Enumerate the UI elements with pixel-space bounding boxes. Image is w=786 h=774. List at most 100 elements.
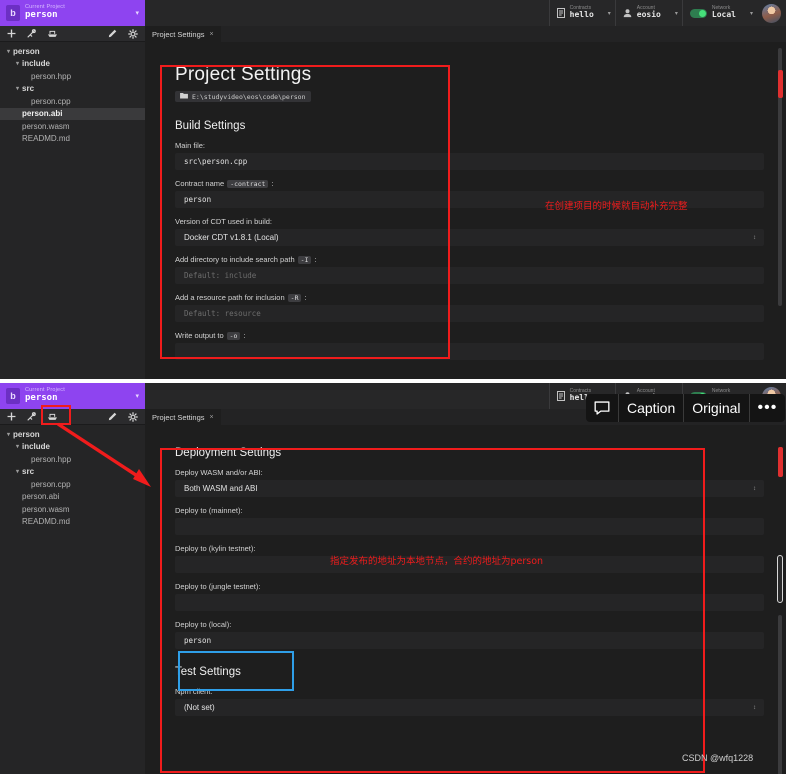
sidebar-bottom: b Current Project person ▾ ▾ person ▾ in… <box>0 383 145 774</box>
current-project-header[interactable]: b Current Project person ▾ <box>0 0 145 26</box>
network-selector[interactable]: Network Local ▾ <box>681 0 757 26</box>
wrench-icon[interactable] <box>27 412 36 421</box>
tab-project-settings[interactable]: Project Settings × <box>145 409 221 425</box>
gear-icon[interactable] <box>128 28 138 39</box>
field-input-write-output-to[interactable] <box>175 343 764 360</box>
chevron-down-icon[interactable]: ↕ <box>753 705 756 711</box>
tree-item-label: READMD.md <box>22 517 71 527</box>
field-value: person <box>184 636 212 645</box>
current-project-header[interactable]: b Current Project person ▾ <box>0 383 145 409</box>
chevron-down-icon[interactable]: ▾ <box>13 85 22 92</box>
tab-project-settings[interactable]: Project Settings × <box>145 26 221 42</box>
tree-item-person[interactable]: ▾ person <box>0 428 145 441</box>
field-label-text: Add directory to include search path <box>175 255 295 264</box>
tree-item-label: person <box>13 46 40 56</box>
section-build-settings: Build Settings <box>175 120 246 132</box>
test-settings-fields: Npm client: (Not set) ↕ <box>175 687 764 716</box>
caption-button[interactable]: Caption <box>619 394 685 422</box>
chevron-down-icon[interactable]: ▾ <box>675 10 678 17</box>
tree-item-person[interactable]: ▾ person <box>0 45 145 58</box>
add-icon[interactable] <box>7 29 16 38</box>
status-toolbar-top: Contracts hello ▾ Account eosio ▾ Networ… <box>145 0 786 26</box>
account-value: eosio <box>636 10 661 20</box>
project-icon: b <box>6 388 20 404</box>
contracts-selector[interactable]: Contracts hello ▾ <box>548 0 615 26</box>
field-input-deploy-to-local[interactable]: person <box>175 632 764 649</box>
pencil-icon[interactable] <box>108 412 117 421</box>
tree-item-person-hpp[interactable]: person.hpp <box>0 453 145 466</box>
chevron-down-icon[interactable]: ▾ <box>4 431 13 438</box>
wrench-icon[interactable] <box>27 29 36 38</box>
tree-item-person-abi[interactable]: person.abi <box>0 491 145 504</box>
tree-item-readmd-md[interactable]: READMD.md <box>0 516 145 529</box>
avatar[interactable] <box>762 3 781 23</box>
toggle-on-icon[interactable] <box>689 8 707 18</box>
tree-item-src[interactable]: ▾ src <box>0 466 145 479</box>
speech-bubble-icon[interactable] <box>586 394 619 422</box>
tree-item-src[interactable]: ▾ src <box>0 83 145 96</box>
field-label-suffix: : <box>271 179 274 188</box>
chevron-down-icon[interactable]: ▾ <box>13 468 22 475</box>
chevron-down-icon[interactable]: ▾ <box>4 48 13 55</box>
chevron-down-icon[interactable]: ▾ <box>135 9 139 17</box>
gear-icon[interactable] <box>128 411 138 422</box>
file-tree-top[interactable]: ▾ person ▾ include person.hpp ▾ src person.cpp p… <box>0 42 145 145</box>
field-input-deploy-wasm-and-or-abi[interactable]: Both WASM and ABI ↕ <box>175 480 764 497</box>
annotation-text-bottom: 指定发布的地址为本地节点，合约的地址为person <box>330 556 544 567</box>
field-value: src\person.cpp <box>184 157 248 166</box>
annotation-text-top: 在创建项目的时候就自动补充完整 <box>545 201 688 212</box>
more-options-button[interactable]: ••• <box>750 394 786 422</box>
chevron-down-icon[interactable]: ↕ <box>753 486 756 492</box>
tree-item-person-wasm[interactable]: person.wasm <box>0 503 145 516</box>
chevron-down-icon[interactable]: ▾ <box>135 392 139 400</box>
field-input-main-file[interactable]: src\person.cpp <box>175 153 764 170</box>
account-selector[interactable]: Account eosio ▾ <box>614 0 682 26</box>
field-label-suffix: : <box>314 255 317 264</box>
tree-item-label: person.cpp <box>31 479 71 489</box>
field-label-text: Deploy to (kylin testnet): <box>175 544 256 553</box>
chevron-down-icon[interactable]: ▾ <box>13 443 22 450</box>
tree-item-label: person.cpp <box>31 96 71 106</box>
close-icon[interactable]: × <box>210 31 214 38</box>
chevron-down-icon[interactable]: ▾ <box>608 10 611 17</box>
file-tree-bottom[interactable]: ▾ person ▾ include person.hpp ▾ src person.cpp p… <box>0 425 145 528</box>
project-path-chip: E:\studyvideo\eos\code\person <box>175 91 311 102</box>
tree-item-include[interactable]: ▾ include <box>0 441 145 454</box>
deploy-boat-icon[interactable] <box>47 412 58 421</box>
tree-item-person-abi[interactable]: person.abi <box>0 107 145 120</box>
field-label-suffix: : <box>304 293 307 302</box>
close-icon[interactable]: × <box>210 414 214 421</box>
tree-item-person-cpp[interactable]: person.cpp <box>0 95 145 108</box>
field-label-deploy-to-jungle-testnet: Deploy to (jungle testnet): <box>175 582 764 591</box>
tabstrip-top: Project Settings × <box>145 26 786 42</box>
tree-item-include[interactable]: ▾ include <box>0 58 145 71</box>
scrollbar-track-bottom[interactable] <box>778 615 782 774</box>
field-label-main-file: Main file: <box>175 141 764 150</box>
field-input-version-of-cdt-used-in-build[interactable]: Docker CDT v1.8.1 (Local) ↕ <box>175 229 764 246</box>
field-value: Docker CDT v1.8.1 (Local) <box>184 233 279 242</box>
original-button[interactable]: Original <box>684 394 750 422</box>
chevron-down-icon[interactable]: ▾ <box>750 10 753 17</box>
chevron-down-icon[interactable]: ↕ <box>753 235 756 241</box>
field-input-npm-client[interactable]: (Not set) ↕ <box>175 699 764 716</box>
deploy-boat-icon[interactable] <box>47 29 58 38</box>
field-input-add-a-resource-path-for-inclusion[interactable]: Default: resource <box>175 305 764 322</box>
tree-item-readmd-md[interactable]: READMD.md <box>0 133 145 146</box>
tree-item-label: src <box>22 84 35 94</box>
tree-item-person-wasm[interactable]: person.wasm <box>0 120 145 133</box>
field-input-deploy-to-jungle-testnet[interactable] <box>175 594 764 611</box>
field-input-deploy-to-mainnet[interactable] <box>175 518 764 535</box>
pencil-icon[interactable] <box>108 29 117 38</box>
field-label-suffix: : <box>243 331 246 340</box>
add-icon[interactable] <box>7 412 16 421</box>
tree-item-label: include <box>22 59 51 69</box>
field-label-add-directory-to-include-search-path: Add directory to include search path -I: <box>175 255 764 264</box>
tree-item-person-hpp[interactable]: person.hpp <box>0 70 145 83</box>
tree-item-person-cpp[interactable]: person.cpp <box>0 478 145 491</box>
settings-pane-top: Project Settings E:\studyvideo\eos\code\… <box>145 42 786 379</box>
field-input-add-directory-to-include-search-path[interactable]: Default: include <box>175 267 764 284</box>
field-label-add-a-resource-path-for-inclusion: Add a resource path for inclusion -R: <box>175 293 764 302</box>
ide-window-top: b Current Project person ▾ ▾ person ▾ in… <box>0 0 786 379</box>
scrollbar-thumb-bottom[interactable] <box>777 555 783 603</box>
chevron-down-icon[interactable]: ▾ <box>13 60 22 67</box>
